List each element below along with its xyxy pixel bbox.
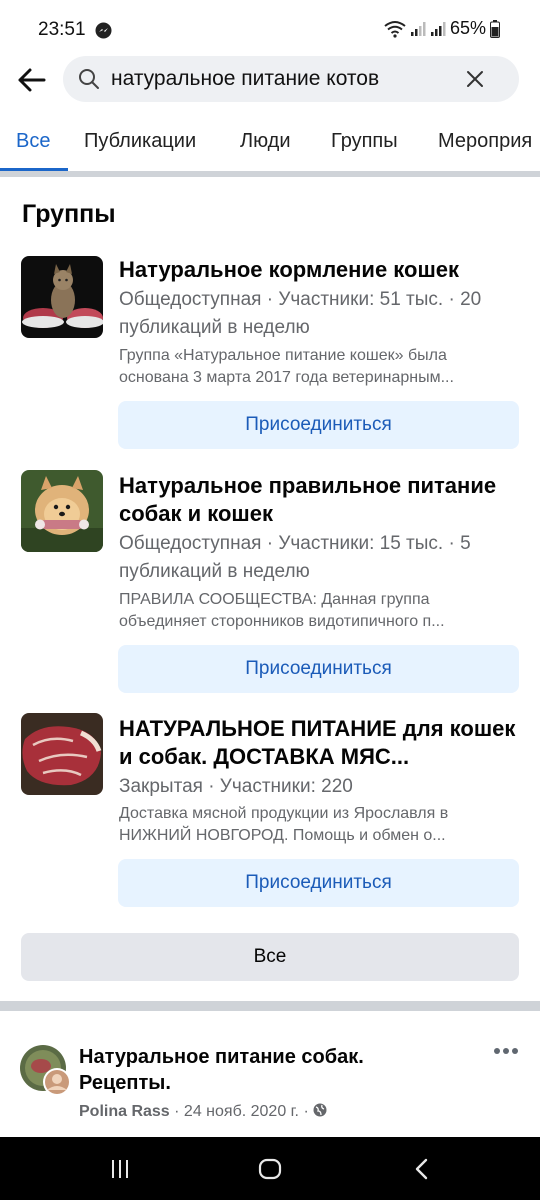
back-arrow-icon[interactable] (14, 62, 50, 98)
post-author[interactable]: Polina Rass (79, 1103, 170, 1120)
group-meta: Общедоступная · Участники: 51 тыс. · 20 … (119, 289, 482, 338)
signal-icon-2 (430, 21, 446, 36)
search-query[interactable]: натуральное питание котов (111, 67, 379, 91)
group-description: ПРАВИЛА СООБЩЕСТВА: Данная группа объеди… (119, 591, 445, 630)
join-button[interactable]: Присоединиться (118, 645, 519, 693)
status-bar: 23:51 65% (0, 0, 540, 56)
post-group-name[interactable]: Натуральное питание собак. Рецепты. (79, 1044, 439, 1096)
tab-events[interactable]: Мероприя (438, 130, 532, 153)
group-description: Группа «Натуральное питание кошек» была … (119, 347, 454, 386)
search-icon (79, 69, 99, 89)
group-name[interactable]: Натуральное кормление кошек (119, 256, 519, 284)
status-indicators: 65% (384, 18, 500, 39)
group-thumbnail-cat[interactable] (21, 256, 103, 338)
filter-tabs: Все Публикации Люди Группы Мероприя (0, 118, 540, 172)
group-name[interactable]: НАТУРАЛЬНОЕ ПИТАНИЕ для кошек и собак. Д… (119, 715, 519, 771)
back-nav-icon[interactable] (414, 1158, 430, 1180)
battery-percent: 65% (449, 18, 486, 38)
clear-icon[interactable] (465, 69, 485, 89)
section-title-groups: Группы (22, 200, 116, 228)
search-input[interactable]: натуральное питание котов (63, 56, 519, 102)
tab-groups[interactable]: Группы (331, 130, 398, 153)
group-name[interactable]: Натуральное правильное питание собак и к… (119, 472, 519, 528)
join-button[interactable]: Присоединиться (118, 401, 519, 449)
avatar[interactable] (19, 1044, 71, 1096)
tab-people[interactable]: Люди (240, 130, 291, 153)
tab-posts[interactable]: Публикации (84, 130, 196, 153)
system-nav-bar (0, 1137, 540, 1200)
messenger-icon (95, 22, 112, 39)
divider (0, 1001, 540, 1011)
wifi-icon (384, 20, 406, 38)
tab-all[interactable]: Все (16, 130, 50, 153)
group-thumbnail-meat[interactable] (21, 713, 103, 795)
search-bar: натуральное питание котов (0, 56, 540, 106)
signal-icon (410, 21, 426, 36)
group-thumbnail-dog[interactable] (21, 470, 103, 552)
post-date: · 24 нояб. 2020 г. · (174, 1103, 309, 1120)
battery-icon (490, 19, 500, 38)
divider (0, 171, 540, 177)
group-description: Доставка мясной продукции из Ярославля в… (119, 805, 449, 844)
see-all-groups-button[interactable]: Все (21, 933, 519, 981)
more-options-icon[interactable] (493, 1046, 519, 1056)
home-icon[interactable] (258, 1158, 282, 1180)
status-time: 23:51 (38, 19, 86, 40)
join-button[interactable]: Присоединиться (118, 859, 519, 907)
group-meta: Общедоступная · Участники: 15 тыс. · 5 п… (119, 533, 471, 582)
recent-apps-icon[interactable] (110, 1159, 130, 1179)
group-meta: Закрытая · Участники: 220 (119, 776, 353, 797)
globe-icon (313, 1103, 327, 1117)
post-meta: Polina Rass · 24 нояб. 2020 г. · (79, 1103, 327, 1121)
